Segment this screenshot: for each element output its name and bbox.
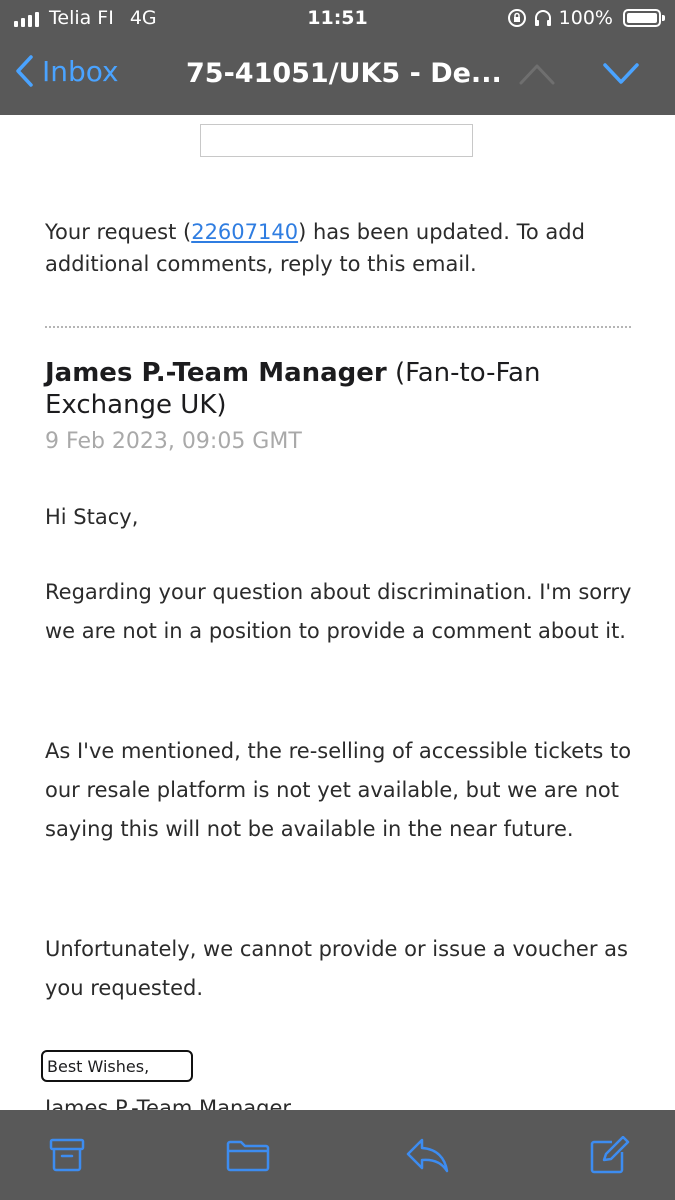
status-bar: Telia FI 4G 11:51 100% bbox=[0, 0, 675, 38]
update-notice: Your request (22607140) has been updated… bbox=[45, 216, 635, 280]
back-label: Inbox bbox=[42, 54, 119, 88]
dotted-divider bbox=[45, 326, 631, 328]
back-to-inbox-button[interactable]: Inbox bbox=[14, 54, 119, 88]
archive-icon[interactable] bbox=[48, 1136, 86, 1174]
closing-text: Best Wishes, bbox=[47, 1057, 150, 1076]
reply-icon[interactable] bbox=[404, 1136, 450, 1174]
nav-bar: Inbox 75-41051/UK5 - De... bbox=[0, 40, 675, 115]
signature: James P.-Team Manager bbox=[45, 1096, 292, 1110]
sender-name: James P.-Team Manager bbox=[45, 358, 387, 388]
email-body: Your request (22607140) has been updated… bbox=[0, 115, 675, 1110]
compose-icon[interactable] bbox=[588, 1136, 630, 1176]
status-right: 100% bbox=[507, 7, 665, 29]
email-subject-title: 75-41051/UK5 - De... bbox=[186, 58, 502, 89]
battery-icon bbox=[623, 9, 665, 27]
paragraph-resale: As I've mentioned, the re-selling of acc… bbox=[45, 739, 632, 841]
sender-line: James P.-Team Manager (Fan-to-Fan Exchan… bbox=[45, 357, 635, 421]
bottom-toolbar bbox=[0, 1110, 675, 1200]
ticket-number-link[interactable]: 22607140 bbox=[191, 220, 298, 244]
next-message-icon[interactable] bbox=[602, 62, 640, 86]
rotation-lock-icon bbox=[507, 9, 526, 27]
top-bar: Telia FI 4G 11:51 100% Inbox 75-41051/UK… bbox=[0, 0, 675, 115]
paragraph-voucher: Unfortunately, we cannot provide or issu… bbox=[45, 937, 628, 1000]
folder-icon[interactable] bbox=[225, 1136, 271, 1174]
greeting: Hi Stacy, bbox=[45, 505, 139, 529]
image-placeholder bbox=[200, 124, 473, 157]
update-notice-text-start: Your request ( bbox=[45, 220, 192, 244]
previous-message-icon[interactable] bbox=[518, 62, 556, 86]
closing-highlight-ring: Best Wishes, bbox=[41, 1050, 193, 1082]
paragraph-discrimination: Regarding your question about discrimina… bbox=[45, 580, 632, 643]
chevron-left-icon bbox=[16, 55, 33, 87]
battery-percent: 100% bbox=[558, 7, 613, 29]
headphones-icon bbox=[534, 10, 551, 26]
message-date: 9 Feb 2023, 09:05 GMT bbox=[45, 429, 302, 454]
